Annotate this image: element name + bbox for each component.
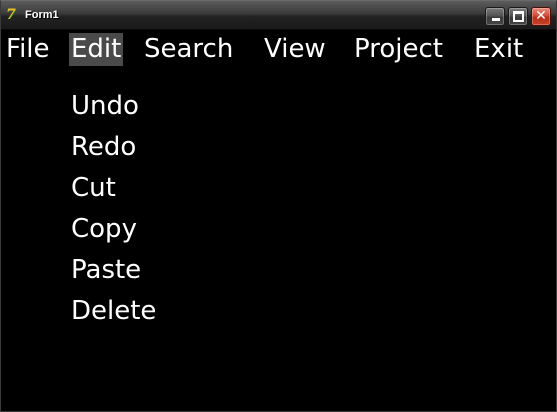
menu-project[interactable]: Project xyxy=(352,33,445,66)
menu-item-delete[interactable]: Delete xyxy=(71,294,156,328)
delphi-icon[interactable]: 7 xyxy=(6,7,22,23)
minimize-icon xyxy=(492,18,500,21)
menu-edit[interactable]: Edit xyxy=(69,33,124,66)
menu-view[interactable]: View xyxy=(262,33,328,66)
maximize-button[interactable] xyxy=(508,7,528,26)
title-bar[interactable]: 7 Form1 ✕ xyxy=(1,1,556,30)
menu-item-copy[interactable]: Copy xyxy=(71,212,137,246)
menu-item-redo[interactable]: Redo xyxy=(71,130,136,164)
close-icon: ✕ xyxy=(535,8,547,24)
close-button[interactable]: ✕ xyxy=(531,7,551,26)
menu-item-undo[interactable]: Undo xyxy=(71,89,139,123)
menu-exit[interactable]: Exit xyxy=(472,33,525,66)
maximize-icon xyxy=(513,11,524,22)
menu-item-cut[interactable]: Cut xyxy=(71,171,116,205)
minimize-button[interactable] xyxy=(485,7,505,26)
menu-item-paste[interactable]: Paste xyxy=(71,253,141,287)
menu-search[interactable]: Search xyxy=(142,33,235,66)
window-title: Form1 xyxy=(25,9,59,21)
app-window: 7 Form1 ✕ File Edit Search View Project … xyxy=(0,0,557,412)
menu-bar: File Edit Search View Project Exit xyxy=(1,31,556,69)
menu-file[interactable]: File xyxy=(4,33,52,66)
